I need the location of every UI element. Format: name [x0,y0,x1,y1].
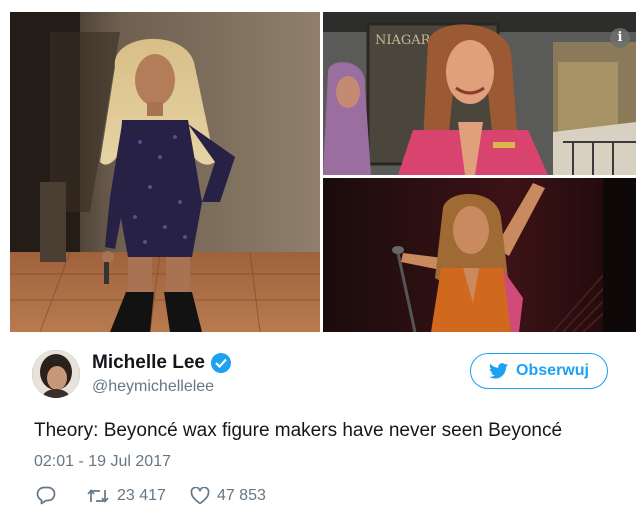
media-photo-top-right[interactable]: NIAGARA SW i [323,12,636,175]
reply-button[interactable] [36,486,56,505]
like-button[interactable]: 47 853 [190,486,266,505]
reply-icon [36,486,56,505]
like-icon [190,486,210,504]
avatar[interactable] [32,350,80,398]
follow-button-label: Obserwuj [516,362,589,379]
author-handle[interactable]: @heymichellelee [92,378,214,396]
author-name-row[interactable]: Michelle Lee [92,352,231,374]
info-icon[interactable]: i [610,28,630,48]
tweet-actions: 23 417 47 853 [36,486,266,505]
retweet-button[interactable]: 23 417 [86,487,166,505]
media-photo-left[interactable] [10,12,320,332]
tweet-media-grid: NIAGARA SW i [10,12,636,332]
author-name[interactable]: Michelle Lee [92,352,205,374]
verified-badge-icon [211,353,231,373]
tweet-text: Theory: Beyoncé wax figure makers have n… [34,420,563,441]
twitter-bird-icon [489,363,509,379]
retweet-count: 23 417 [117,486,166,504]
retweet-icon [87,488,109,503]
follow-button[interactable]: Obserwuj [470,353,608,389]
media-photo-bottom-right[interactable] [323,178,636,332]
like-count: 47 853 [216,486,266,504]
tweet-timestamp[interactable]: 02:01 - 19 Jul 2017 [34,453,171,471]
tweet-card: NIAGARA SW i Michelle Lee @heymichellele… [0,0,640,527]
